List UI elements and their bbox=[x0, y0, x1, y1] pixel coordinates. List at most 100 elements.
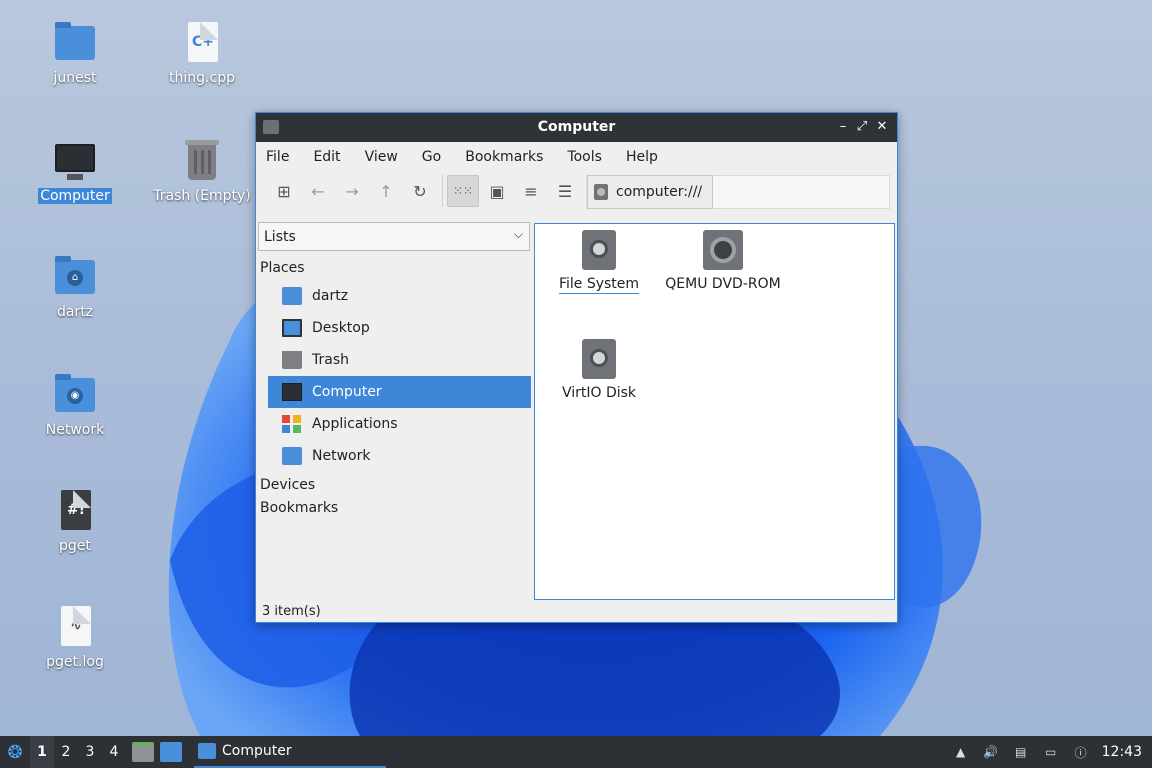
taskbar: ❂ 1 2 3 4 Computer ▲ 🔊 ▤ ▭ ⓘ 12:43 bbox=[0, 736, 1152, 768]
menu-view[interactable]: View bbox=[365, 149, 398, 165]
sidebar-item-label: Network bbox=[312, 448, 371, 464]
image-icon: ▣ bbox=[489, 181, 505, 201]
bookmarks-heading[interactable]: Bookmarks bbox=[258, 497, 532, 520]
desktop-icon-pget[interactable]: #! pget bbox=[20, 490, 130, 554]
workspace-4-button[interactable]: 4 bbox=[102, 744, 126, 760]
file-item-qemu-dvd-rom[interactable]: QEMU DVD-ROM bbox=[663, 230, 783, 292]
desktop-icon-pget-log[interactable]: ∿ pget.log bbox=[20, 606, 130, 670]
trash-icon bbox=[185, 140, 219, 180]
start-menu-button[interactable]: ❂ bbox=[0, 736, 30, 768]
show-desktop-icon[interactable] bbox=[160, 742, 182, 762]
script-file-icon: #! bbox=[61, 490, 91, 530]
desktop-icon-label: Trash (Empty) bbox=[153, 188, 251, 204]
places-heading[interactable]: Places bbox=[258, 257, 532, 280]
home-folder-icon bbox=[282, 287, 302, 305]
menu-bookmarks[interactable]: Bookmarks bbox=[465, 149, 543, 165]
minimize-button[interactable]: – bbox=[834, 118, 852, 136]
taskbar-task-computer[interactable]: Computer bbox=[194, 736, 386, 768]
new-tab-icon: ⊞ bbox=[277, 181, 291, 201]
cpp-file-icon: C+ bbox=[188, 22, 218, 62]
reload-icon: ↻ bbox=[413, 181, 427, 201]
sidebar-item-label: Trash bbox=[312, 352, 349, 368]
sidebar-item-desktop[interactable]: Desktop bbox=[268, 312, 531, 344]
icon-view-button[interactable]: ⁙⁙ bbox=[447, 175, 479, 207]
taskbar-task-label: Computer bbox=[222, 743, 292, 759]
sidebar-item-dartz[interactable]: dartz bbox=[268, 280, 531, 312]
file-manager-window[interactable]: Computer – ⤢ ✕ File Edit View Go Bookmar… bbox=[255, 112, 898, 623]
file-view[interactable]: File System QEMU DVD-ROM VirtIO Disk bbox=[534, 223, 895, 600]
tray-expand-icon[interactable]: ▲ bbox=[952, 743, 970, 761]
menu-tools[interactable]: Tools bbox=[567, 149, 602, 165]
desktop-icon-label: Computer bbox=[38, 188, 112, 204]
detailed-list-view-button[interactable]: ☰ bbox=[549, 175, 581, 207]
file-manager-launcher-icon[interactable] bbox=[132, 742, 154, 762]
clock[interactable]: 12:43 bbox=[1102, 744, 1142, 760]
menu-bar: File Edit View Go Bookmarks Tools Help bbox=[256, 142, 897, 171]
up-button[interactable]: ↑ bbox=[370, 175, 402, 207]
toolbar-separator bbox=[442, 175, 443, 207]
menu-file[interactable]: File bbox=[266, 149, 289, 165]
menu-help[interactable]: Help bbox=[626, 149, 658, 165]
volume-icon[interactable]: 🔊 bbox=[982, 743, 1000, 761]
sidebar-item-computer[interactable]: Computer bbox=[268, 376, 531, 408]
devices-heading[interactable]: Devices bbox=[258, 474, 532, 497]
close-button[interactable]: ✕ bbox=[873, 118, 891, 136]
desktop-icon-computer[interactable]: Computer bbox=[20, 140, 130, 204]
desktop-icon-junest[interactable]: junest bbox=[20, 22, 130, 86]
toolbar: ⊞ ← → ↑ ↻ ⁙⁙ ▣ ≡ ☰ computer:/// bbox=[256, 171, 897, 211]
status-bar: 3 item(s) bbox=[262, 604, 321, 619]
drive-icon bbox=[582, 230, 616, 270]
sidebar-item-label: Computer bbox=[312, 384, 382, 400]
workspace-2-button[interactable]: 2 bbox=[54, 744, 78, 760]
clipboard-icon[interactable]: ▤ bbox=[1012, 743, 1030, 761]
desktop-icon-label: dartz bbox=[56, 304, 94, 320]
new-tab-button[interactable]: ⊞ bbox=[268, 175, 300, 207]
compact-list-icon: ≡ bbox=[524, 181, 538, 201]
path-crumb-computer[interactable]: computer:/// bbox=[587, 175, 714, 209]
applications-icon bbox=[282, 415, 302, 433]
lxqt-logo-icon: ❂ bbox=[7, 741, 23, 763]
window-title: Computer bbox=[537, 119, 616, 135]
forward-button[interactable]: → bbox=[336, 175, 368, 207]
back-button[interactable]: ← bbox=[302, 175, 334, 207]
desktop-icon-label: Network bbox=[45, 422, 105, 438]
thumbnail-view-button[interactable]: ▣ bbox=[481, 175, 513, 207]
desktop-icon-network[interactable]: ◉ Network bbox=[20, 374, 130, 438]
address-text: computer:/// bbox=[616, 184, 703, 200]
file-item-file-system[interactable]: File System bbox=[539, 230, 659, 294]
file-item-virtio-disk[interactable]: VirtIO Disk bbox=[539, 339, 659, 401]
network-status-icon[interactable]: ▭ bbox=[1042, 743, 1060, 761]
sidebar-item-label: Desktop bbox=[312, 320, 370, 336]
home-folder-icon: ⌂ bbox=[55, 256, 95, 294]
computer-icon bbox=[55, 144, 95, 180]
menu-go[interactable]: Go bbox=[422, 149, 441, 165]
side-pane-mode-select[interactable]: Lists ⌵ bbox=[258, 222, 530, 251]
sidebar-item-network[interactable]: Network bbox=[268, 440, 531, 472]
desktop-icon-label: pget bbox=[59, 538, 91, 554]
maximize-button[interactable]: ⤢ bbox=[853, 118, 871, 136]
path-bar[interactable]: computer:/// bbox=[586, 175, 890, 209]
side-pane: Lists ⌵ Places dartz Desktop Trash Compu… bbox=[258, 222, 532, 600]
menu-edit[interactable]: Edit bbox=[313, 149, 340, 165]
trash-icon bbox=[282, 351, 302, 369]
desktop-icon-thing-cpp[interactable]: C+ thing.cpp bbox=[147, 22, 257, 86]
compact-view-button[interactable]: ≡ bbox=[515, 175, 547, 207]
reload-button[interactable]: ↻ bbox=[404, 175, 436, 207]
workspace-3-button[interactable]: 3 bbox=[78, 744, 102, 760]
desktop-icon-dartz[interactable]: ⌂ dartz bbox=[20, 256, 130, 320]
folder-icon bbox=[55, 22, 95, 60]
file-item-label: QEMU DVD-ROM bbox=[665, 276, 781, 292]
title-bar[interactable]: Computer – ⤢ ✕ bbox=[256, 113, 897, 142]
sidebar-item-applications[interactable]: Applications bbox=[268, 408, 531, 440]
system-tray: ▲ 🔊 ▤ ▭ ⓘ 12:43 bbox=[952, 736, 1152, 768]
sidebar-item-trash[interactable]: Trash bbox=[268, 344, 531, 376]
detailed-list-icon: ☰ bbox=[557, 181, 573, 201]
desktop-icon bbox=[282, 319, 302, 337]
file-item-label: File System bbox=[558, 276, 640, 294]
grid-icon: ⁙⁙ bbox=[452, 184, 474, 198]
network-folder-icon bbox=[282, 447, 302, 465]
drive-icon bbox=[594, 184, 608, 200]
notification-icon[interactable]: ⓘ bbox=[1072, 743, 1090, 761]
desktop-icon-trash[interactable]: Trash (Empty) bbox=[147, 140, 257, 204]
workspace-1-button[interactable]: 1 bbox=[30, 736, 54, 768]
